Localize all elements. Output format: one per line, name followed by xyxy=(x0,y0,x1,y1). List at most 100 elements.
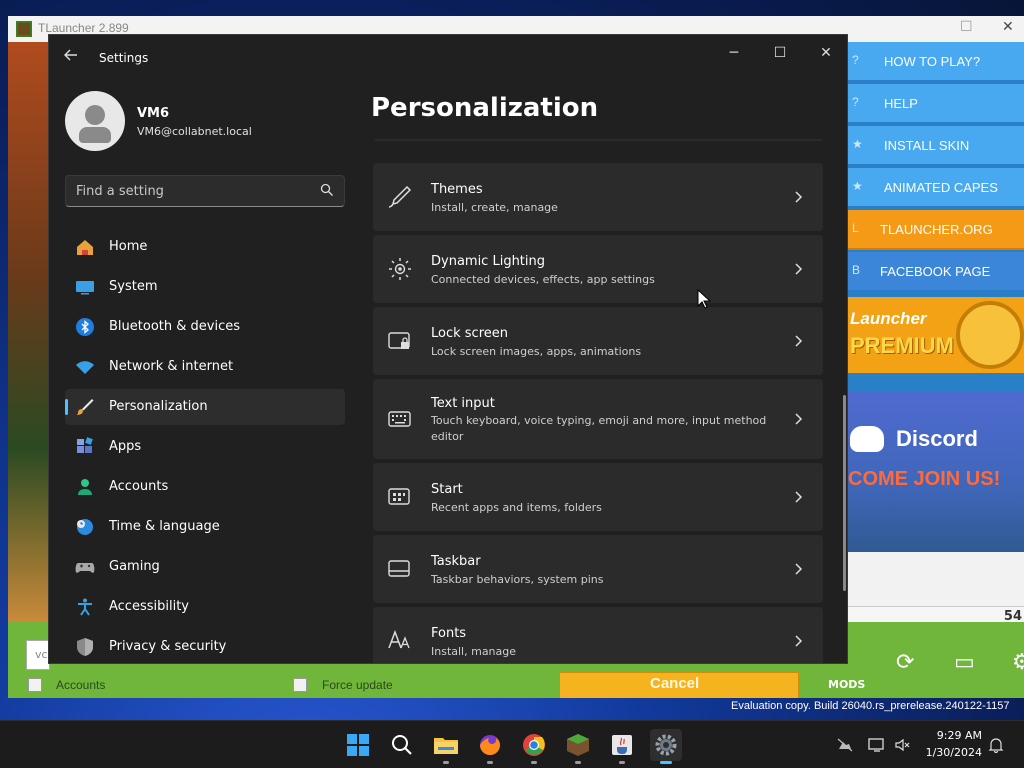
tl-menu-help[interactable]: ? HELP xyxy=(848,84,1024,124)
minimize-button[interactable]: ─ xyxy=(717,41,751,65)
taskbar-settings[interactable] xyxy=(650,729,682,764)
card-text-input[interactable]: Text input Touch keyboard, voice typing,… xyxy=(373,379,823,459)
clock-time[interactable]: 9:29 AM xyxy=(932,729,982,742)
settings-gear-icon[interactable]: ⚙ xyxy=(1012,650,1024,675)
running-indicator xyxy=(531,761,537,764)
running-indicator xyxy=(443,761,449,764)
tlauncher-close-button[interactable]: ✕ xyxy=(1002,19,1014,35)
search-icon xyxy=(392,735,412,755)
tlauncher-title: TLauncher 2.899 xyxy=(38,21,129,35)
tl-mods-label[interactable]: MODS xyxy=(828,678,865,691)
card-fonts[interactable]: Fonts Install, manage xyxy=(373,607,823,663)
start-button[interactable] xyxy=(342,729,374,761)
running-indicator xyxy=(660,761,672,764)
card-lock-screen[interactable]: Lock screen Lock screen images, apps, an… xyxy=(373,307,823,375)
sidebar-item-personalization[interactable]: Personalization xyxy=(65,389,345,425)
maximize-button[interactable]: ☐ xyxy=(763,41,797,65)
tl-version-input[interactable]: vc xyxy=(26,640,50,670)
sun-lighting-icon xyxy=(389,258,411,280)
sidebar-item-privacy-security[interactable]: Privacy & security xyxy=(65,629,345,663)
star-icon: ★ xyxy=(852,137,863,151)
card-taskbar[interactable]: Taskbar Taskbar behaviors, system pins xyxy=(373,535,823,603)
back-arrow-icon[interactable] xyxy=(63,47,83,67)
settings-icon xyxy=(655,734,677,756)
tl-accounts-label: Accounts xyxy=(56,678,106,692)
search-input[interactable] xyxy=(76,182,306,200)
java-icon xyxy=(612,735,632,755)
card-dynamic-lighting[interactable]: Dynamic Lighting Connected devices, effe… xyxy=(373,235,823,303)
gamepad-icon xyxy=(75,563,95,573)
close-button[interactable]: ✕ xyxy=(809,41,843,65)
avatar[interactable] xyxy=(65,91,125,151)
folder-icon[interactable]: ▭ xyxy=(954,650,975,675)
tl-accounts-checkbox[interactable] xyxy=(28,678,42,692)
tl-menu-install-skin[interactable]: ★ INSTALL SKIN xyxy=(848,126,1024,166)
clock-date[interactable]: 1/30/2024 xyxy=(918,746,982,759)
content-scrollbar[interactable] xyxy=(843,395,846,591)
sidebar-item-gaming[interactable]: Gaming xyxy=(65,549,345,585)
sidebar-item-bluetooth[interactable]: Bluetooth & devices xyxy=(65,309,345,345)
notification-bell-icon[interactable] xyxy=(988,737,1004,753)
tl-menu-facebook-page[interactable]: B FACEBOOK PAGE xyxy=(848,252,1024,292)
fonts-icon xyxy=(388,629,410,649)
card-themes[interactable]: Themes Install, create, manage xyxy=(373,163,823,231)
accessibility-icon xyxy=(78,598,92,616)
sidebar-item-accounts[interactable]: Accounts xyxy=(65,469,345,505)
card-start[interactable]: Start Recent apps and items, folders xyxy=(373,463,823,531)
volume-muted-icon[interactable] xyxy=(894,737,910,753)
avatar-head xyxy=(85,105,105,125)
user-name: VM6 xyxy=(137,106,170,121)
taskbar-search-button[interactable] xyxy=(386,729,418,761)
tl-menu-animated-capes[interactable]: ★ ANIMATED CAPES xyxy=(848,168,1024,208)
chevron-right-icon xyxy=(795,263,803,275)
system-icon xyxy=(76,281,94,295)
tl-toolbar-icons: MODS ⟳ ▭ ⚙ xyxy=(828,642,1024,698)
chrome-icon xyxy=(523,734,545,756)
tl-force-update-checkbox[interactable] xyxy=(293,678,307,692)
tl-premium-banner[interactable]: Launcher PREMIUM xyxy=(848,297,1024,373)
tl-menu-tlauncher-org[interactable]: L TLAUNCHER.ORG xyxy=(848,210,1024,250)
window-title: Settings xyxy=(99,51,149,65)
sidebar-item-accessibility[interactable]: Accessibility xyxy=(65,589,345,625)
chevron-right-icon xyxy=(795,413,803,425)
tl-discord-banner[interactable]: Discord COME JOIN US! xyxy=(848,392,1024,552)
sidebar-item-system[interactable]: System xyxy=(65,269,345,305)
tlauncher-maximize-button[interactable]: ☐ xyxy=(960,19,973,35)
question-icon: ? xyxy=(852,95,859,109)
lock-screen-icon xyxy=(388,332,410,349)
running-indicator xyxy=(619,761,625,764)
running-indicator xyxy=(487,761,493,764)
network-disconnected-icon[interactable] xyxy=(836,737,854,753)
sidebar-item-apps[interactable]: Apps xyxy=(65,429,345,465)
tl-force-update-label: Force update xyxy=(322,678,393,692)
star-icon: ★ xyxy=(852,179,863,193)
minecraft-icon xyxy=(567,734,589,756)
facebook-icon: B xyxy=(852,263,861,277)
chevron-right-icon xyxy=(795,191,803,203)
search-box[interactable] xyxy=(65,175,345,207)
settings-content: Themes Install, create, manage Dynamic L… xyxy=(373,139,825,663)
sidebar-item-home[interactable]: Home xyxy=(65,229,345,265)
chevron-right-icon xyxy=(795,335,803,347)
start-icon xyxy=(347,734,369,756)
card-partial-top[interactable] xyxy=(373,139,823,141)
taskbar-java[interactable] xyxy=(606,729,638,764)
display-icon[interactable] xyxy=(868,737,886,753)
sidebar-item-network[interactable]: Network & internet xyxy=(65,349,345,385)
premium-badge-icon xyxy=(956,301,1024,369)
tl-menu-how-to-play[interactable]: ? HOW TO PLAY? xyxy=(848,42,1024,82)
discord-icon xyxy=(850,426,884,452)
sidebar-item-time-language[interactable]: Time & language xyxy=(65,509,345,545)
wifi-icon xyxy=(76,361,94,374)
taskbar-firefox[interactable] xyxy=(474,729,506,764)
file-explorer-icon xyxy=(434,738,458,754)
mouse-cursor-icon xyxy=(697,289,711,309)
tlauncher-logo-icon: L xyxy=(852,221,859,235)
taskbar-chrome[interactable] xyxy=(518,729,550,764)
refresh-icon[interactable]: ⟳ xyxy=(896,650,914,675)
tl-blank-area xyxy=(848,552,1024,606)
taskbar-file-explorer[interactable] xyxy=(430,729,462,764)
home-icon xyxy=(77,240,93,255)
taskbar-minecraft[interactable] xyxy=(562,729,594,764)
tl-cancel-button[interactable]: Cancel xyxy=(559,672,799,698)
